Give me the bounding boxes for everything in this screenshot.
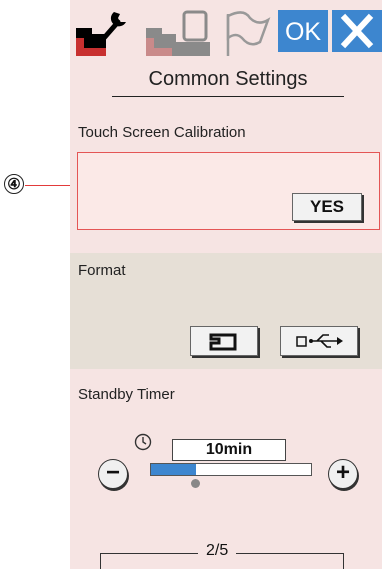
calibration-yes-button[interactable]: YES <box>292 193 362 221</box>
sewing-machine-icon <box>209 333 237 351</box>
calibration-label: Touch Screen Calibration <box>78 124 246 141</box>
clock-icon <box>134 433 152 451</box>
close-icon <box>340 13 374 49</box>
format-label: Format <box>78 262 126 279</box>
usb-icon <box>296 334 343 348</box>
page-indicator: 2/5 <box>198 542 237 560</box>
ok-button[interactable]: OK <box>278 10 328 52</box>
standby-timer-value: 10min <box>172 439 286 461</box>
tab-sewing-settings[interactable] <box>74 8 130 60</box>
slider-knob[interactable] <box>191 479 200 488</box>
callout-line <box>25 185 76 186</box>
format-usb-button[interactable] <box>280 326 358 356</box>
settings-panel: OK Common Settings Touch Screen Calibrat… <box>70 0 382 569</box>
callout-number: ④ <box>4 174 24 194</box>
tab-language-settings[interactable] <box>220 8 272 60</box>
standby-timer-slider[interactable] <box>150 463 312 476</box>
format-machine-button[interactable] <box>190 326 258 356</box>
slider-fill <box>151 464 196 475</box>
embroidery-machine-icon <box>146 10 210 56</box>
flag-icon <box>226 11 271 56</box>
page-title: Common Settings <box>112 66 344 97</box>
standby-timer-label: Standby Timer <box>78 386 175 403</box>
close-button[interactable] <box>332 10 382 52</box>
increase-timer-button[interactable]: + <box>328 459 358 489</box>
decrease-timer-button[interactable]: − <box>98 459 128 489</box>
sewing-machine-wrench-icon <box>76 12 126 56</box>
tab-embroidery-settings[interactable] <box>144 8 212 60</box>
